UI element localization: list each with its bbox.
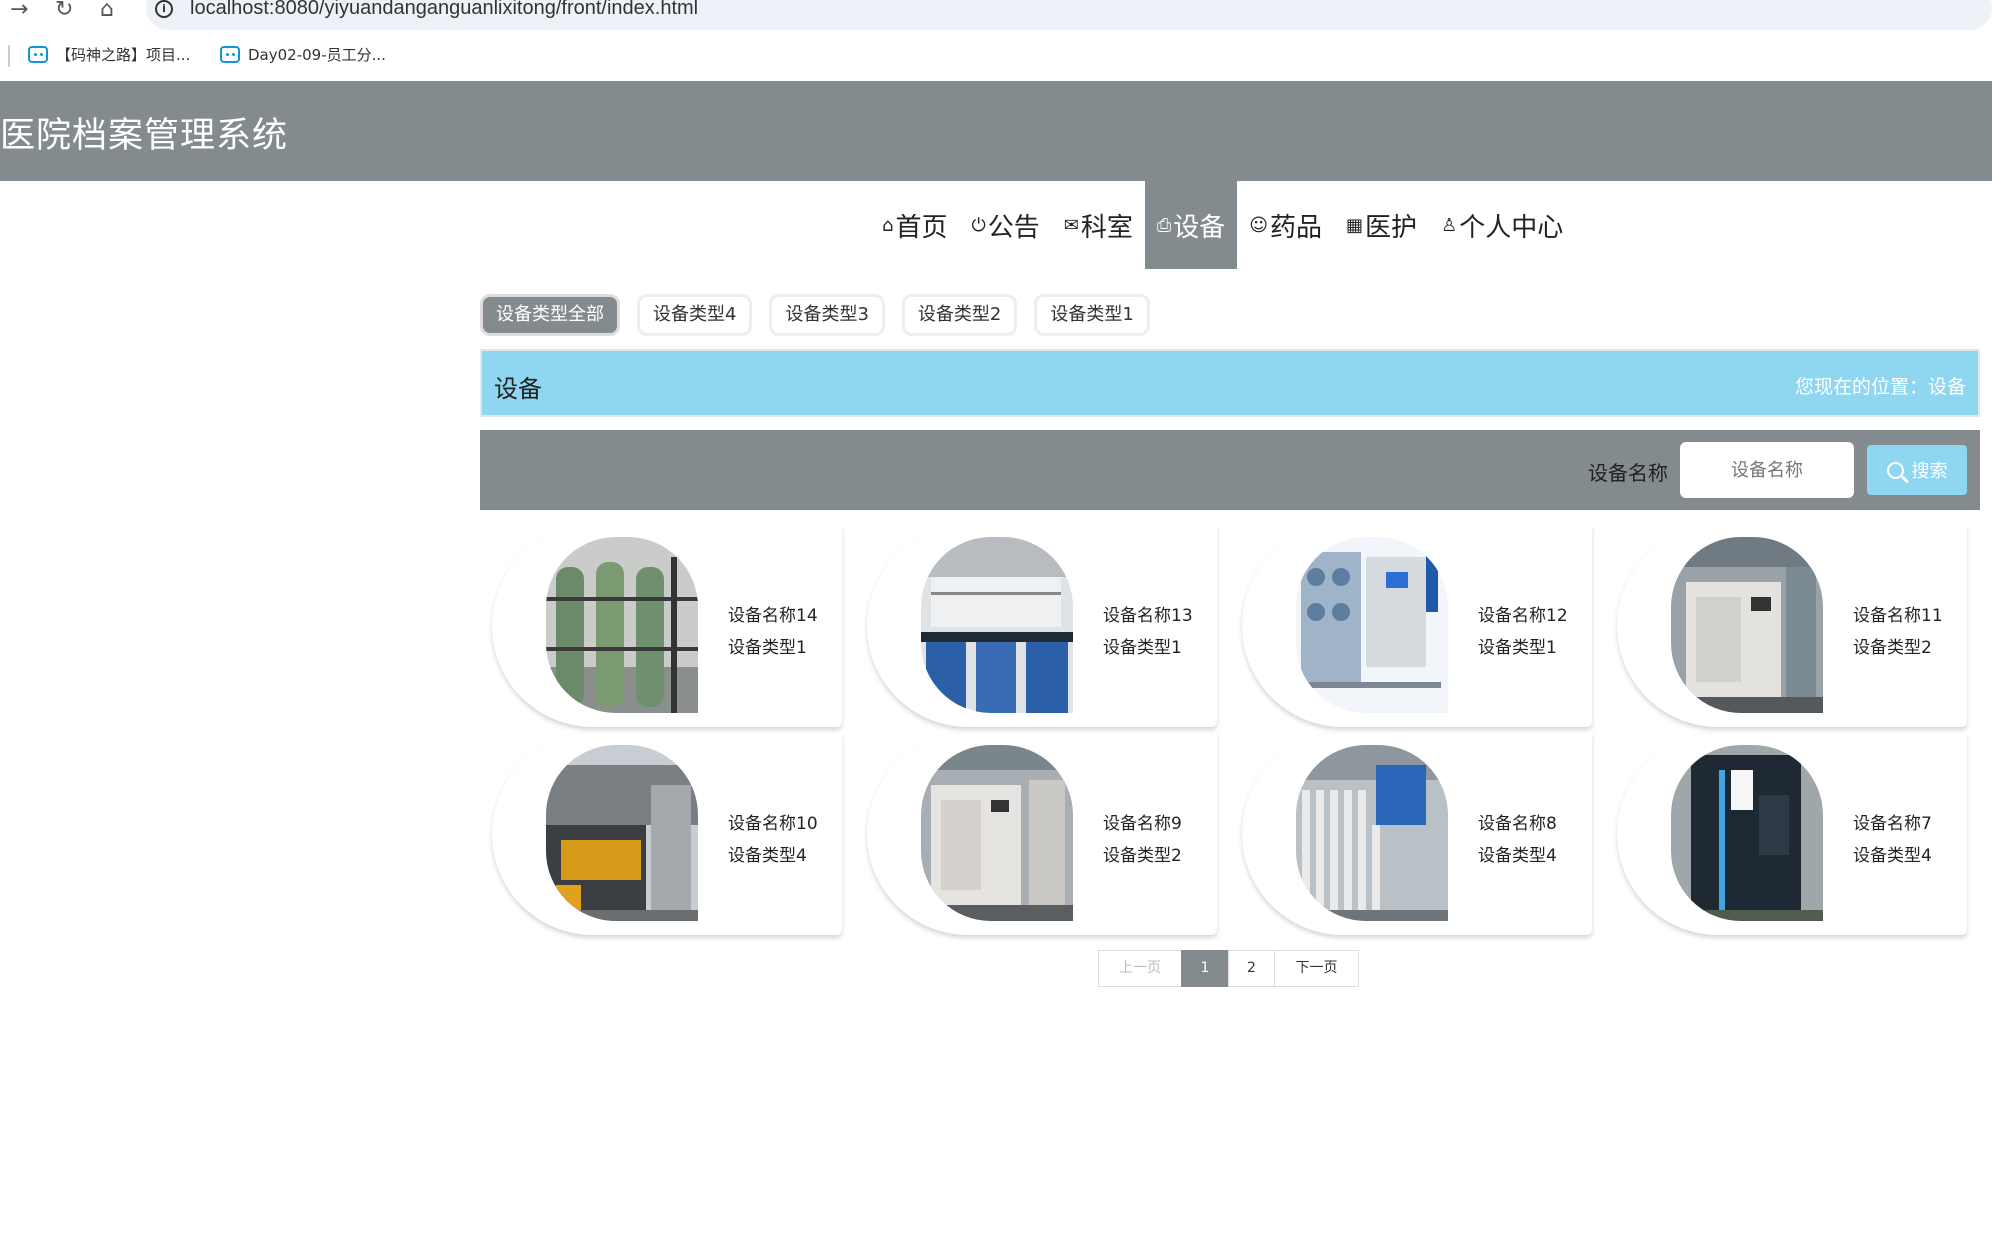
page-button-1[interactable]: 1 xyxy=(1181,950,1229,987)
equipment-type: 设备类型2 xyxy=(1103,846,1182,866)
equipment-photo xyxy=(921,745,1073,921)
reload-icon[interactable]: ↻ xyxy=(55,0,73,21)
nav-item-profile[interactable]: ♙ 个人中心 xyxy=(1429,181,1575,269)
bookmark-label: Day02-09-员工分... xyxy=(248,46,386,64)
bookmarks-divider xyxy=(8,45,10,67)
next-page-button[interactable]: 下一页 xyxy=(1274,950,1359,987)
search-panel: 设备名称 搜索 xyxy=(480,430,1980,510)
equipment-type: 设备类型1 xyxy=(728,638,807,658)
site-title: 医院档案管理系统 xyxy=(0,116,289,156)
equipment-photo xyxy=(546,537,698,713)
search-input[interactable] xyxy=(1680,442,1854,498)
equipment-type: 设备类型2 xyxy=(1853,638,1932,658)
equipment-name: 设备名称12 xyxy=(1478,606,1568,626)
equipment-name: 设备名称9 xyxy=(1103,814,1182,834)
site-info-icon[interactable]: i xyxy=(155,0,173,18)
nav-label: 首页 xyxy=(895,212,948,243)
nav-item-medical-staff[interactable]: ▦ 医护 xyxy=(1334,181,1429,269)
home-browser-icon[interactable]: ⌂ xyxy=(100,0,114,21)
equipment-name: 设备名称13 xyxy=(1103,606,1193,626)
equipment-card[interactable]: 设备名称10 设备类型4 xyxy=(492,733,842,935)
equipment-name: 设备名称7 xyxy=(1853,814,1932,834)
prev-page-button[interactable]: 上一页 xyxy=(1098,950,1182,987)
nav-label: 科室 xyxy=(1080,212,1133,243)
bilibili-icon xyxy=(220,46,240,63)
category-tab-type2[interactable]: 设备类型2 xyxy=(901,294,1018,336)
nav-label: 设备 xyxy=(1173,212,1226,243)
forward-arrow-icon[interactable]: → xyxy=(10,0,28,21)
equipment-name: 设备名称10 xyxy=(728,814,818,834)
nav-item-home[interactable]: ⌂ 首页 xyxy=(870,181,959,269)
equipment-photo xyxy=(546,745,698,921)
bookmark-item[interactable]: 【码神之路】项目... xyxy=(28,44,190,65)
equipment-card[interactable]: 设备名称7 设备类型4 xyxy=(1617,733,1967,935)
category-tab-type3[interactable]: 设备类型3 xyxy=(769,294,885,336)
equipment-type: 设备类型1 xyxy=(1478,638,1557,658)
equipment-card[interactable]: 设备名称8 设备类型4 xyxy=(1242,733,1592,935)
palette-icon: ☺ xyxy=(1249,214,1269,236)
site-header: 医院档案管理系统 xyxy=(0,81,1992,181)
page-title: 设备 xyxy=(494,375,542,403)
nav-label: 医护 xyxy=(1365,212,1418,243)
nav-label: 公告 xyxy=(987,212,1040,243)
user-icon: ♙ xyxy=(1441,214,1458,236)
home-icon: ⌂ xyxy=(882,214,894,236)
browser-address-bar: → ↻ ⌂ i localhost:8080/yiyuandanganguanl… xyxy=(0,0,1992,30)
power-icon: ⏻ xyxy=(971,214,986,236)
nav-item-notice[interactable]: ⏻ 公告 xyxy=(959,181,1051,269)
bilibili-icon xyxy=(28,46,48,63)
equipment-card[interactable]: 设备名称11 设备类型2 xyxy=(1617,525,1967,727)
equipment-type: 设备类型4 xyxy=(728,846,807,866)
category-tab-all[interactable]: 设备类型全部 xyxy=(480,294,620,336)
equipment-name: 设备名称8 xyxy=(1478,814,1557,834)
search-icon xyxy=(1886,461,1904,479)
category-tabs: 设备类型全部 设备类型4 设备类型3 设备类型2 设备类型1 xyxy=(480,294,1150,336)
search-button-label: 搜索 xyxy=(1911,461,1948,482)
search-button[interactable]: 搜索 xyxy=(1867,445,1967,495)
equipment-photo xyxy=(1296,537,1448,713)
equipment-photo xyxy=(1296,745,1448,921)
equipment-card[interactable]: 设备名称13 设备类型1 xyxy=(867,525,1217,727)
equipment-card[interactable]: 设备名称12 设备类型1 xyxy=(1242,525,1592,727)
nav-label: 个人中心 xyxy=(1459,212,1564,243)
printer-icon: ⎙ xyxy=(1156,214,1172,236)
equipment-photo xyxy=(921,537,1073,713)
grid-icon: ▦ xyxy=(1346,214,1364,236)
breadcrumb: 您现在的位置：设备 xyxy=(1794,376,1966,398)
nav-item-department[interactable]: ✉ 科室 xyxy=(1052,181,1145,269)
pagination: 上一页 1 2 下一页 xyxy=(1098,950,1359,987)
nav-item-medicine[interactable]: ☺ 药品 xyxy=(1237,181,1334,269)
nav-label: 药品 xyxy=(1270,212,1323,243)
bookmark-item[interactable]: Day02-09-员工分... xyxy=(220,44,386,65)
equipment-type: 设备类型4 xyxy=(1478,846,1557,866)
url-text[interactable]: localhost:8080/yiyuandanganguanlixitong/… xyxy=(190,0,698,20)
main-nav: ⌂ 首页 ⏻ 公告 ✉ 科室 ⎙ 设备 ☺ 药品 ▦ 医护 ♙ 个人中心 xyxy=(870,181,1575,269)
equipment-photo xyxy=(1671,745,1823,921)
category-tab-type4[interactable]: 设备类型4 xyxy=(637,294,753,336)
page-button-2[interactable]: 2 xyxy=(1228,950,1275,987)
equipment-type: 设备类型1 xyxy=(1103,638,1182,658)
search-label: 设备名称 xyxy=(1588,461,1668,485)
equipment-photo xyxy=(1671,537,1823,713)
equipment-card[interactable]: 设备名称14 设备类型1 xyxy=(492,525,842,727)
equipment-card[interactable]: 设备名称9 设备类型2 xyxy=(867,733,1217,935)
nav-item-equipment[interactable]: ⎙ 设备 xyxy=(1144,181,1238,269)
page-title-bar: 设备 您现在的位置：设备 xyxy=(480,349,1980,417)
equipment-name: 设备名称14 xyxy=(728,606,818,626)
mail-icon: ✉ xyxy=(1063,214,1079,236)
bookmark-label: 【码神之路】项目... xyxy=(56,46,191,64)
equipment-name: 设备名称11 xyxy=(1853,606,1943,626)
equipment-type: 设备类型4 xyxy=(1853,846,1932,866)
category-tab-type1[interactable]: 设备类型1 xyxy=(1034,294,1150,336)
